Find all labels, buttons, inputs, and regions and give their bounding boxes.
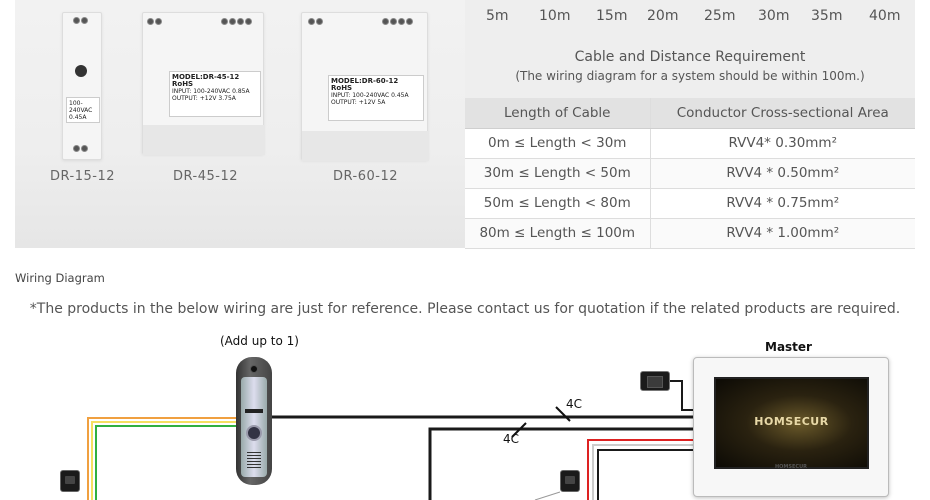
camera-lens-icon <box>250 365 258 373</box>
wire-orange <box>87 417 236 500</box>
name-plate <box>245 409 263 413</box>
outdoor-doorbell-camera <box>236 357 272 485</box>
wire-black <box>597 449 693 500</box>
monitor-brand-logo: HOMSECUR <box>754 415 829 428</box>
cable-4c-label: 4C <box>503 432 520 446</box>
wire-yellow <box>91 421 236 500</box>
wire-grey <box>534 491 561 500</box>
exit-button-icon <box>560 470 580 492</box>
master-label: Master <box>765 340 812 354</box>
monitor-brand-small: HOMSECUR <box>774 464 807 470</box>
master-indoor-monitor: HOMSECUR HOMSECUR <box>693 357 889 497</box>
monitor-screen: HOMSECUR <box>714 377 869 469</box>
wire-green <box>95 425 236 500</box>
doorbell-count-label: (Add up to 1) <box>220 334 299 348</box>
exit-button-icon <box>60 470 80 492</box>
call-button-icon <box>246 425 262 441</box>
wire-white <box>592 444 693 500</box>
speaker-grille-icon <box>247 452 261 468</box>
card-reader-icon <box>640 371 670 391</box>
cable-card-sensor <box>670 380 693 411</box>
cable-4c-label: 4C <box>566 397 583 411</box>
